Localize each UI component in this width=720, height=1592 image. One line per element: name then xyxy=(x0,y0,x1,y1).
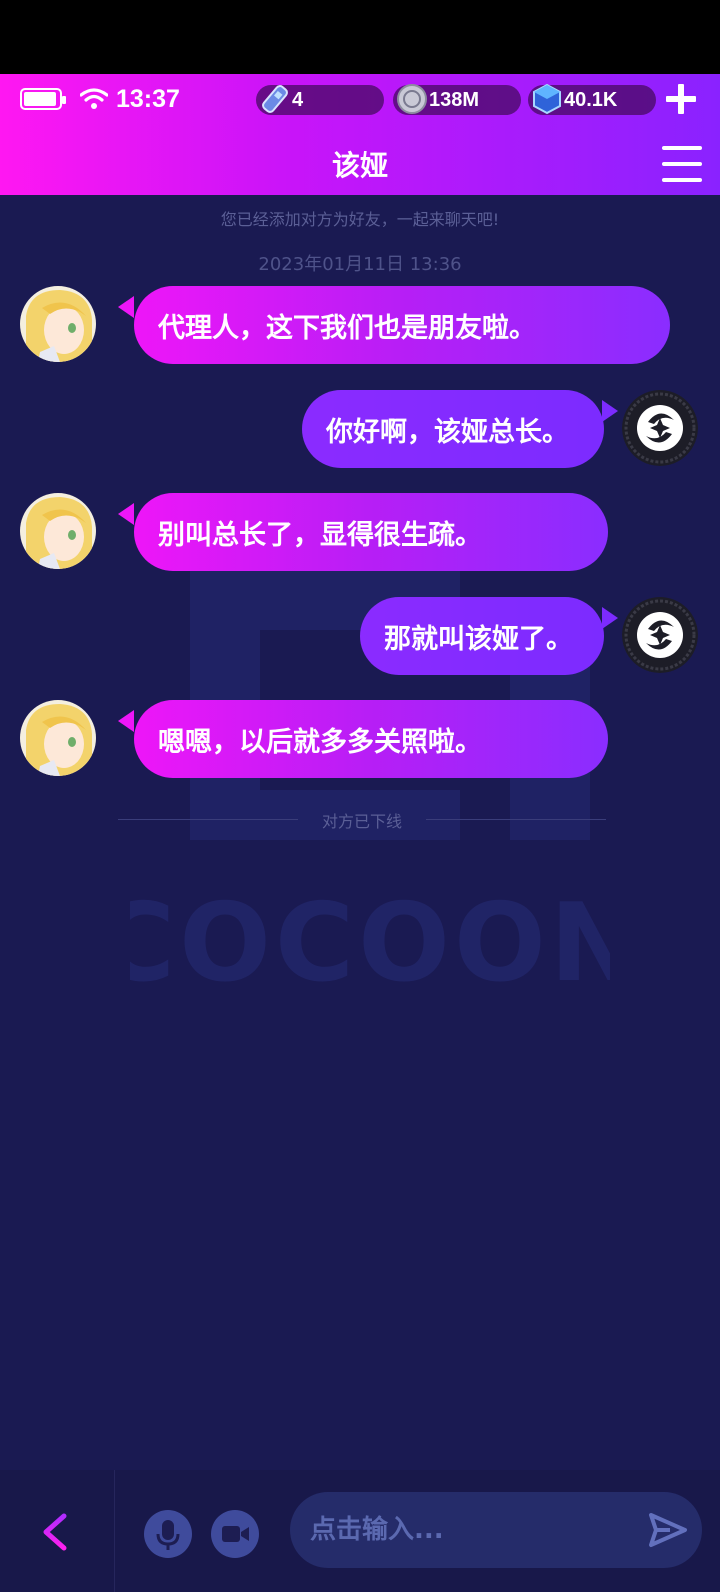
message-row: 你好啊，该娅总长。 xyxy=(300,390,700,468)
avatar[interactable] xyxy=(622,390,698,466)
energy-counter[interactable]: 4 xyxy=(256,85,384,115)
chat-timestamp: 2023年01月11日 13:36 xyxy=(258,254,462,275)
back-icon[interactable] xyxy=(36,1510,76,1554)
system-top-area xyxy=(0,0,720,74)
bubble-tail xyxy=(118,503,134,525)
bubble-tail xyxy=(602,607,618,629)
avatar[interactable] xyxy=(20,286,96,362)
bubble-tail xyxy=(602,400,618,422)
plus-icon[interactable] xyxy=(664,82,698,116)
message-bubble[interactable]: 嗯嗯，以后就多多关照啦。 xyxy=(134,700,608,778)
coin-icon xyxy=(397,84,427,114)
status-bar: 13:37 xyxy=(20,84,180,114)
menu-icon[interactable] xyxy=(662,146,702,182)
message-row: 那就叫该娅了。 xyxy=(300,597,700,675)
message-bubble[interactable]: 别叫总长了，显得很生疏。 xyxy=(134,493,608,571)
coin-value: 138M xyxy=(429,88,480,111)
send-icon[interactable] xyxy=(648,1512,688,1548)
watermark-text: COCOON xyxy=(130,881,610,1006)
message-row: 嗯嗯，以后就多多关照啦。 xyxy=(20,700,608,778)
header-bar: 13:37 4 138M 40.1K 该娅 xyxy=(0,74,720,195)
message-input[interactable]: 点击输入... xyxy=(290,1492,702,1568)
wifi-icon xyxy=(80,88,108,109)
clock: 13:37 xyxy=(116,84,180,113)
offline-note: 对方已下线 xyxy=(321,812,402,831)
avatar[interactable] xyxy=(20,493,96,569)
message-bubble[interactable]: 你好啊，该娅总长。 xyxy=(302,390,604,468)
input-placeholder: 点击输入... xyxy=(310,1515,444,1545)
message-bubble[interactable]: 那就叫该娅了。 xyxy=(360,597,604,675)
message-bubble[interactable]: 代理人，这下我们也是朋友啦。 xyxy=(134,286,670,364)
mic-button[interactable] xyxy=(144,1510,192,1558)
message-row: 别叫总长了，显得很生疏。 xyxy=(20,493,608,571)
friend-added-note: 您已经添加对方为好友，一起来聊天吧! xyxy=(220,210,500,229)
camera-button[interactable] xyxy=(211,1510,259,1558)
bar-divider xyxy=(114,1470,115,1592)
bubble-tail xyxy=(118,296,134,318)
mic-icon xyxy=(156,1520,180,1550)
offline-divider: 对方已下线 xyxy=(118,808,606,831)
camera-icon xyxy=(222,1526,249,1542)
bubble-tail xyxy=(118,710,134,732)
gem-counter[interactable]: 40.1K xyxy=(528,83,656,115)
gem-icon xyxy=(533,83,561,115)
message-row: 代理人，这下我们也是朋友啦。 xyxy=(20,286,670,364)
battery-icon xyxy=(20,88,66,110)
input-bar: 点击输入... xyxy=(0,1470,720,1592)
coin-counter[interactable]: 138M xyxy=(393,84,521,115)
chat-title: 该娅 xyxy=(331,149,388,182)
energy-icon xyxy=(262,85,288,113)
avatar[interactable] xyxy=(622,597,698,673)
gem-value: 40.1K xyxy=(564,88,618,111)
energy-value: 4 xyxy=(292,88,304,111)
avatar[interactable] xyxy=(20,700,96,776)
